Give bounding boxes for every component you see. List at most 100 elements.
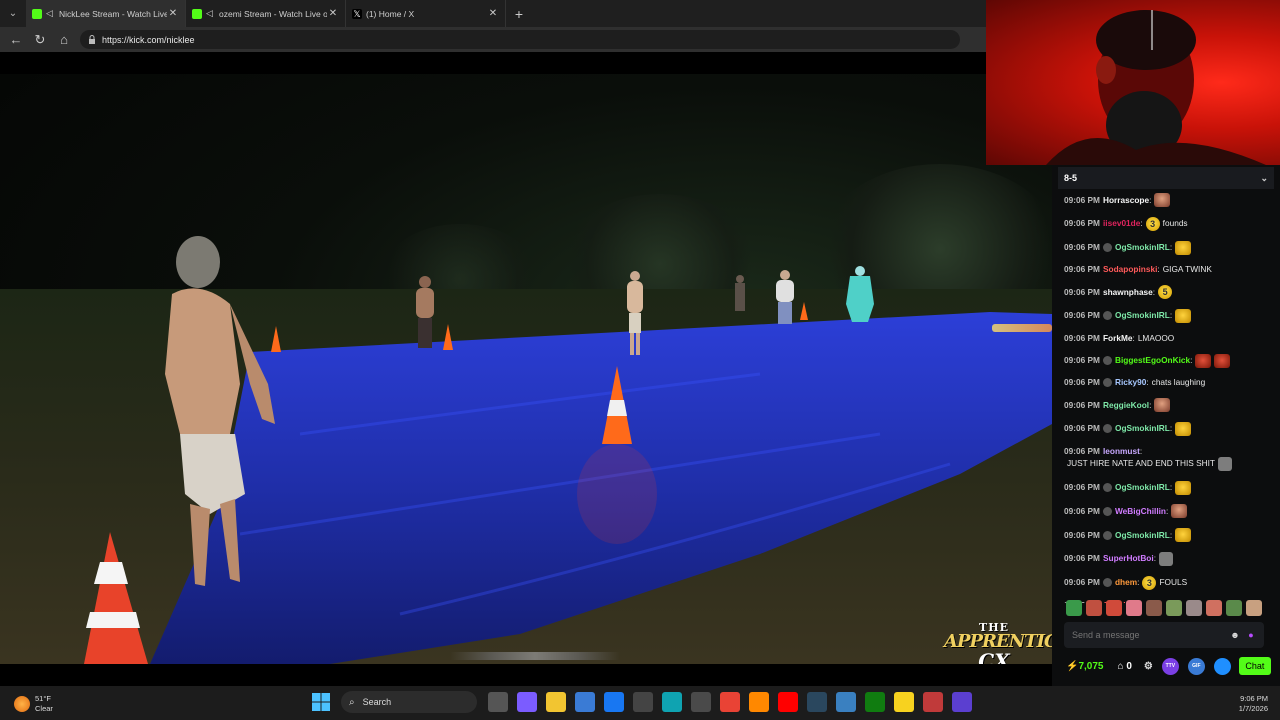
kick-emote-icon[interactable]: ●	[1246, 630, 1256, 640]
message-username[interactable]: SuperHotBoi	[1103, 553, 1154, 564]
close-tab-icon[interactable]: ✕	[327, 8, 339, 19]
ttv-extension-icon[interactable]: TTV	[1161, 657, 1179, 675]
tab-nicklee[interactable]: ◁ NickLee Stream - Watch Live ✕	[26, 0, 186, 27]
message-username[interactable]: iisev01de	[1103, 218, 1140, 229]
reload-icon[interactable]: ↻	[28, 28, 52, 52]
emote-quick-bar	[1066, 599, 1276, 617]
pinned-chat-header[interactable]: 8-5 ⌄	[1058, 167, 1274, 189]
light-strip	[992, 324, 1052, 332]
message-username[interactable]: Sodapopinski	[1103, 264, 1157, 275]
chat-emote-icon[interactable]: 5	[1158, 285, 1173, 300]
message-username[interactable]: OgSmokinIRL	[1115, 242, 1170, 253]
emote-quick[interactable]	[1246, 600, 1262, 616]
message-username[interactable]: leonmust	[1103, 446, 1140, 457]
tab-x-home[interactable]: 𝕏 (1) Home / X ✕	[346, 0, 506, 27]
channel-points[interactable]: ⚡7,075	[1066, 661, 1103, 672]
chat-emote-icon[interactable]	[1195, 353, 1212, 368]
message-username[interactable]: Horrascope	[1103, 195, 1149, 206]
copilot-icon[interactable]	[516, 692, 537, 712]
message-username[interactable]: OgSmokinIRL	[1115, 530, 1170, 541]
steam-icon[interactable]	[806, 692, 827, 712]
chevron-down-icon[interactable]: ⌄	[1260, 173, 1268, 184]
speaker-icon[interactable]: ◁	[206, 8, 216, 19]
message-time: 09:06 PM	[1064, 355, 1100, 366]
extension-icon[interactable]	[1213, 657, 1231, 675]
chat-message: 09:06 PM OgSmokinIRL:	[1064, 308, 1272, 323]
new-tab-plus-icon[interactable]: +	[506, 0, 532, 27]
task-view-icon[interactable]	[487, 692, 508, 712]
amazon-icon[interactable]	[632, 692, 653, 712]
windows-start-icon[interactable]	[311, 692, 331, 712]
speaker-icon[interactable]: ◁	[46, 8, 56, 19]
chat-emote-icon[interactable]	[1214, 353, 1231, 368]
emote-quick[interactable]	[1126, 600, 1142, 616]
chat-emote-icon[interactable]	[1171, 504, 1188, 519]
sticky-notes-icon[interactable]	[893, 692, 914, 712]
points-value: 7,075	[1078, 660, 1104, 672]
emote-quick[interactable]	[1206, 600, 1222, 616]
obs-icon[interactable]	[951, 692, 972, 712]
tab-title: ozemi Stream - Watch Live o	[219, 8, 327, 19]
chat-emote-icon[interactable]	[1154, 193, 1171, 207]
home-icon[interactable]: ⌂	[52, 28, 76, 52]
chat-send-button[interactable]: Chat	[1238, 657, 1271, 675]
system-clock[interactable]: 9:06 PM 1/7/2026	[1239, 694, 1268, 714]
message-username[interactable]: shawnphase	[1103, 287, 1153, 298]
chat-emote-icon[interactable]	[1217, 456, 1232, 471]
emote-quick[interactable]	[1106, 600, 1122, 616]
store-icon[interactable]	[574, 692, 595, 712]
chrome-icon[interactable]	[719, 692, 740, 712]
message-username[interactable]: OgSmokinIRL	[1115, 310, 1170, 321]
weather-widget[interactable]: 51°F Clear	[14, 692, 74, 716]
emote-quick[interactable]	[1086, 600, 1102, 616]
calculator-icon[interactable]	[690, 692, 711, 712]
gear-icon[interactable]: ⚙	[1144, 661, 1153, 672]
settings-icon[interactable]	[835, 692, 856, 712]
facebook-icon[interactable]	[603, 692, 624, 712]
emote-quick[interactable]	[1166, 600, 1182, 616]
chat-emote-icon[interactable]	[1175, 528, 1192, 543]
chat-input-box[interactable]: ☻ ●	[1064, 622, 1264, 648]
person-background	[846, 266, 874, 322]
username-separator: :	[1169, 529, 1173, 540]
emote-quick[interactable]	[1226, 600, 1242, 616]
close-tab-icon[interactable]: ✕	[167, 8, 179, 19]
emoji-icon[interactable]: ☻	[1230, 630, 1240, 640]
chat-emote-icon[interactable]	[1175, 480, 1192, 495]
message-username[interactable]: Ricky90	[1115, 377, 1146, 388]
username-separator: :	[1190, 355, 1193, 366]
back-arrow-icon[interactable]: ←	[4, 28, 28, 52]
chat-emote-icon[interactable]	[1175, 308, 1192, 323]
message-username[interactable]: OgSmokinIRL	[1115, 423, 1170, 434]
message-username[interactable]: WeBigChillin	[1115, 506, 1166, 517]
message-username[interactable]: ForkMe	[1103, 333, 1133, 344]
taskbar-search[interactable]: ⌕ Search	[341, 691, 477, 713]
chat-emote-icon[interactable]	[1159, 551, 1173, 566]
file-explorer-icon[interactable]	[545, 692, 566, 712]
message-username[interactable]: OgSmokinIRL	[1115, 482, 1170, 493]
video-player[interactable]: THE APPRENTICE CX	[0, 52, 1052, 686]
message-username[interactable]: BiggestEgoOnKick	[1115, 355, 1190, 366]
message-username[interactable]: ReggieKool	[1103, 400, 1149, 411]
chat-message-input[interactable]	[1072, 630, 1224, 640]
address-bar[interactable]: https://kick.com/nicklee	[80, 30, 960, 49]
tab-title: NickLee Stream - Watch Live	[59, 8, 167, 19]
gift-counter[interactable]: ⌂ 0	[1117, 661, 1131, 672]
tab-ozemi[interactable]: ◁ ozemi Stream - Watch Live o ✕	[186, 0, 346, 27]
snipping-tool-icon[interactable]	[922, 692, 943, 712]
emote-quick[interactable]	[1186, 600, 1202, 616]
vlc-icon[interactable]	[748, 692, 769, 712]
close-tab-icon[interactable]: ✕	[487, 8, 499, 19]
site-info-icon[interactable]	[88, 35, 96, 44]
emote-quick[interactable]	[1066, 600, 1082, 616]
chat-emote-icon[interactable]	[1154, 398, 1171, 413]
tab-search-chevron-icon[interactable]: ⌄	[0, 0, 26, 27]
chat-emote-icon[interactable]	[1175, 240, 1192, 255]
youtube-icon[interactable]	[777, 692, 798, 712]
chat-emote-icon[interactable]	[1175, 421, 1192, 436]
gif-icon[interactable]: GIF	[1187, 657, 1205, 675]
edge-icon[interactable]	[661, 692, 682, 712]
emote-quick[interactable]	[1146, 600, 1162, 616]
message-username[interactable]: dhem	[1115, 577, 1137, 588]
xbox-icon[interactable]	[864, 692, 885, 712]
